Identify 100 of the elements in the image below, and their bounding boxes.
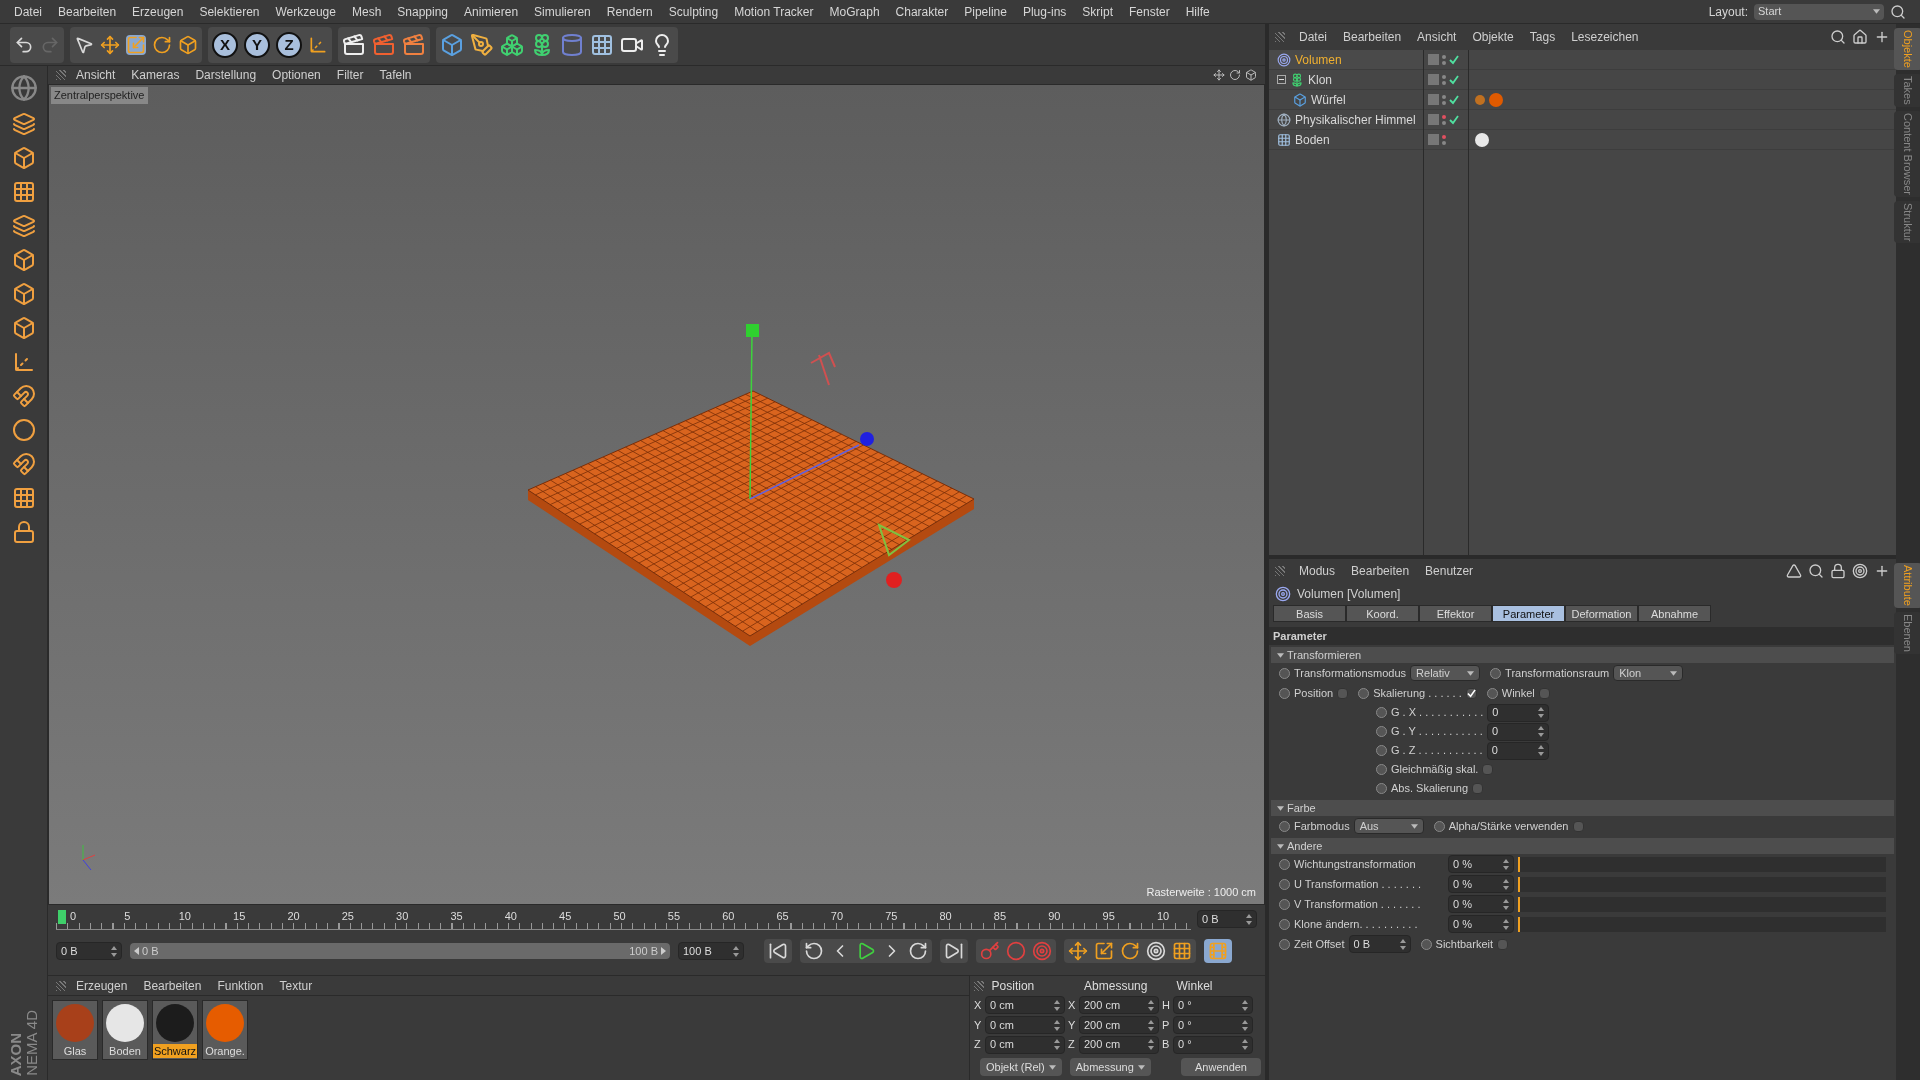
property-page-tab[interactable]: Parameter [1492,605,1565,622]
sky-sphere-icon[interactable] [1277,112,1291,127]
parameter-dropdown[interactable]: Aus [1353,818,1424,834]
menu-item[interactable]: Motion Tracker [734,2,814,21]
menu-item[interactable]: Bearbeiten [58,2,117,21]
material-menu-item[interactable]: Textur [279,976,313,995]
cube-icon[interactable] [1293,92,1307,107]
menu-item[interactable]: Mesh [351,2,382,21]
layers-icon[interactable] [11,112,36,136]
checkbox[interactable] [1337,687,1349,699]
viewport-menu-item[interactable]: Ansicht [76,66,116,84]
property-page-tab[interactable]: Koord. [1346,605,1419,622]
viewport-menu-item[interactable]: Optionen [272,66,321,84]
panel-grip-icon[interactable] [1275,566,1285,576]
number-field[interactable]: 0 [1486,722,1549,741]
parameter-dropdown[interactable]: Relativ [1410,665,1481,681]
target-icon[interactable] [1852,563,1868,579]
orbit-icon[interactable] [1229,69,1241,81]
object-menu-item[interactable]: Datei [1299,28,1327,46]
parameter-dropdown[interactable]: Klon [1613,665,1684,681]
object-menu-item[interactable]: Objekte [1472,28,1514,46]
spinner-arrows-icon[interactable] [1242,1039,1248,1051]
side-tab[interactable]: Takes [1893,73,1920,107]
checker-cube-icon[interactable] [11,180,36,204]
object-row[interactable]: Volumen [1269,50,1423,70]
move-key-icon[interactable] [1068,941,1088,961]
menu-item[interactable]: Skript [1082,2,1113,21]
attribute-menu-item[interactable]: Bearbeiten [1351,562,1410,580]
rotate-key-icon[interactable] [1120,941,1140,961]
lock-icon[interactable] [1830,563,1846,579]
spinner-arrows-icon[interactable] [1054,999,1060,1011]
spinner-arrows-icon[interactable] [1399,938,1406,950]
number-field[interactable]: 0 % [1448,915,1514,933]
layout-dropdown[interactable]: Start [1754,3,1884,20]
group-header[interactable]: Transformieren [1287,646,1362,664]
checkbox[interactable] [1472,783,1484,794]
checkbox[interactable] [1538,687,1550,699]
viewport-menu-item[interactable]: Kameras [131,66,180,84]
spinner-arrows-icon[interactable] [1246,913,1252,925]
scale-key-icon[interactable] [1094,941,1114,961]
angle-field[interactable]: 0 ° [1173,1035,1253,1054]
spinner-arrows-icon[interactable] [1537,745,1544,756]
new-panel-icon[interactable] [1874,29,1890,45]
undo-icon[interactable] [14,34,34,55]
viewport-menu-item[interactable]: Darstellung [195,66,257,84]
visibility-dots-icon[interactable] [1442,74,1446,85]
size-field[interactable]: 200 cm [1079,1035,1159,1054]
end-frame-field[interactable]: 100 B [678,942,744,960]
floor-grid-icon[interactable] [1277,132,1291,147]
cylinder-icon[interactable] [560,32,584,57]
spinner-arrows-icon[interactable] [1537,726,1544,737]
slider-track[interactable] [1518,876,1886,892]
attribute-menu-item[interactable]: Benutzer [1425,562,1474,580]
material-menu-item[interactable]: Bearbeiten [143,976,202,995]
object-menu-item[interactable]: Tags [1529,28,1556,46]
clapperboard-icon[interactable] [402,32,426,57]
number-field[interactable]: 0 % [1448,895,1514,913]
next-key-icon[interactable] [908,941,928,961]
spinner-arrows-icon[interactable] [1503,918,1509,930]
panel-grip-icon[interactable] [1275,32,1285,42]
go-to-end-icon[interactable] [944,941,964,961]
menu-item[interactable]: Selektieren [199,2,260,21]
viewport-menu-item[interactable]: Filter [336,66,364,84]
collapse-toggle-icon[interactable] [1277,75,1286,84]
checkbox[interactable] [1465,687,1477,699]
menu-item[interactable]: MoGraph [829,2,880,21]
side-tab[interactable]: Content Browser [1893,110,1920,197]
axis-lock-button[interactable]: Y [244,31,270,58]
spinner-arrows-icon[interactable] [1054,1019,1060,1031]
start-frame-field[interactable]: 0 B [56,942,122,960]
menu-item[interactable]: Datei [14,2,42,21]
parameter-key-icon[interactable] [1146,941,1166,961]
panel-grip-icon[interactable] [56,980,66,991]
spinner-arrows-icon[interactable] [1148,999,1154,1011]
move-icon[interactable] [100,34,120,55]
material-swatch[interactable]: Glas [52,1000,98,1060]
menu-item[interactable]: Fenster [1129,2,1170,21]
new-panel-icon[interactable] [1874,563,1890,579]
position-field[interactable]: 0 cm [985,1016,1065,1035]
cloner-icon[interactable] [1290,72,1304,87]
polygon-layers-icon[interactable] [11,214,36,238]
x-axis-handle[interactable] [886,572,902,588]
lock-icon[interactable] [11,520,36,544]
checkbox[interactable] [1497,938,1509,950]
solid-cube-icon[interactable] [11,316,36,340]
menu-item[interactable]: Werkzeuge [275,2,336,21]
spinner-arrows-icon[interactable] [1503,898,1509,910]
point-level-icon[interactable] [1172,941,1192,961]
group-header[interactable]: Andere [1287,837,1323,855]
side-tab[interactable]: Ebenen [1893,611,1920,654]
spinner-arrows-icon[interactable] [1538,707,1545,718]
boxes-icon[interactable] [500,32,524,57]
object-menu-item[interactable]: Ansicht [1417,28,1457,46]
search-icon[interactable] [1808,563,1824,579]
angle-field[interactable]: 0 ° [1173,1016,1253,1035]
size-mode-dropdown[interactable]: Abmessung [1069,1058,1151,1077]
axis-lock-button[interactable]: X [212,31,238,58]
viewport-menu-item[interactable]: Tafeln [379,66,412,84]
material-menu-item[interactable]: Erzeugen [76,976,128,995]
property-page-tab[interactable]: Abnahme [1638,605,1711,622]
